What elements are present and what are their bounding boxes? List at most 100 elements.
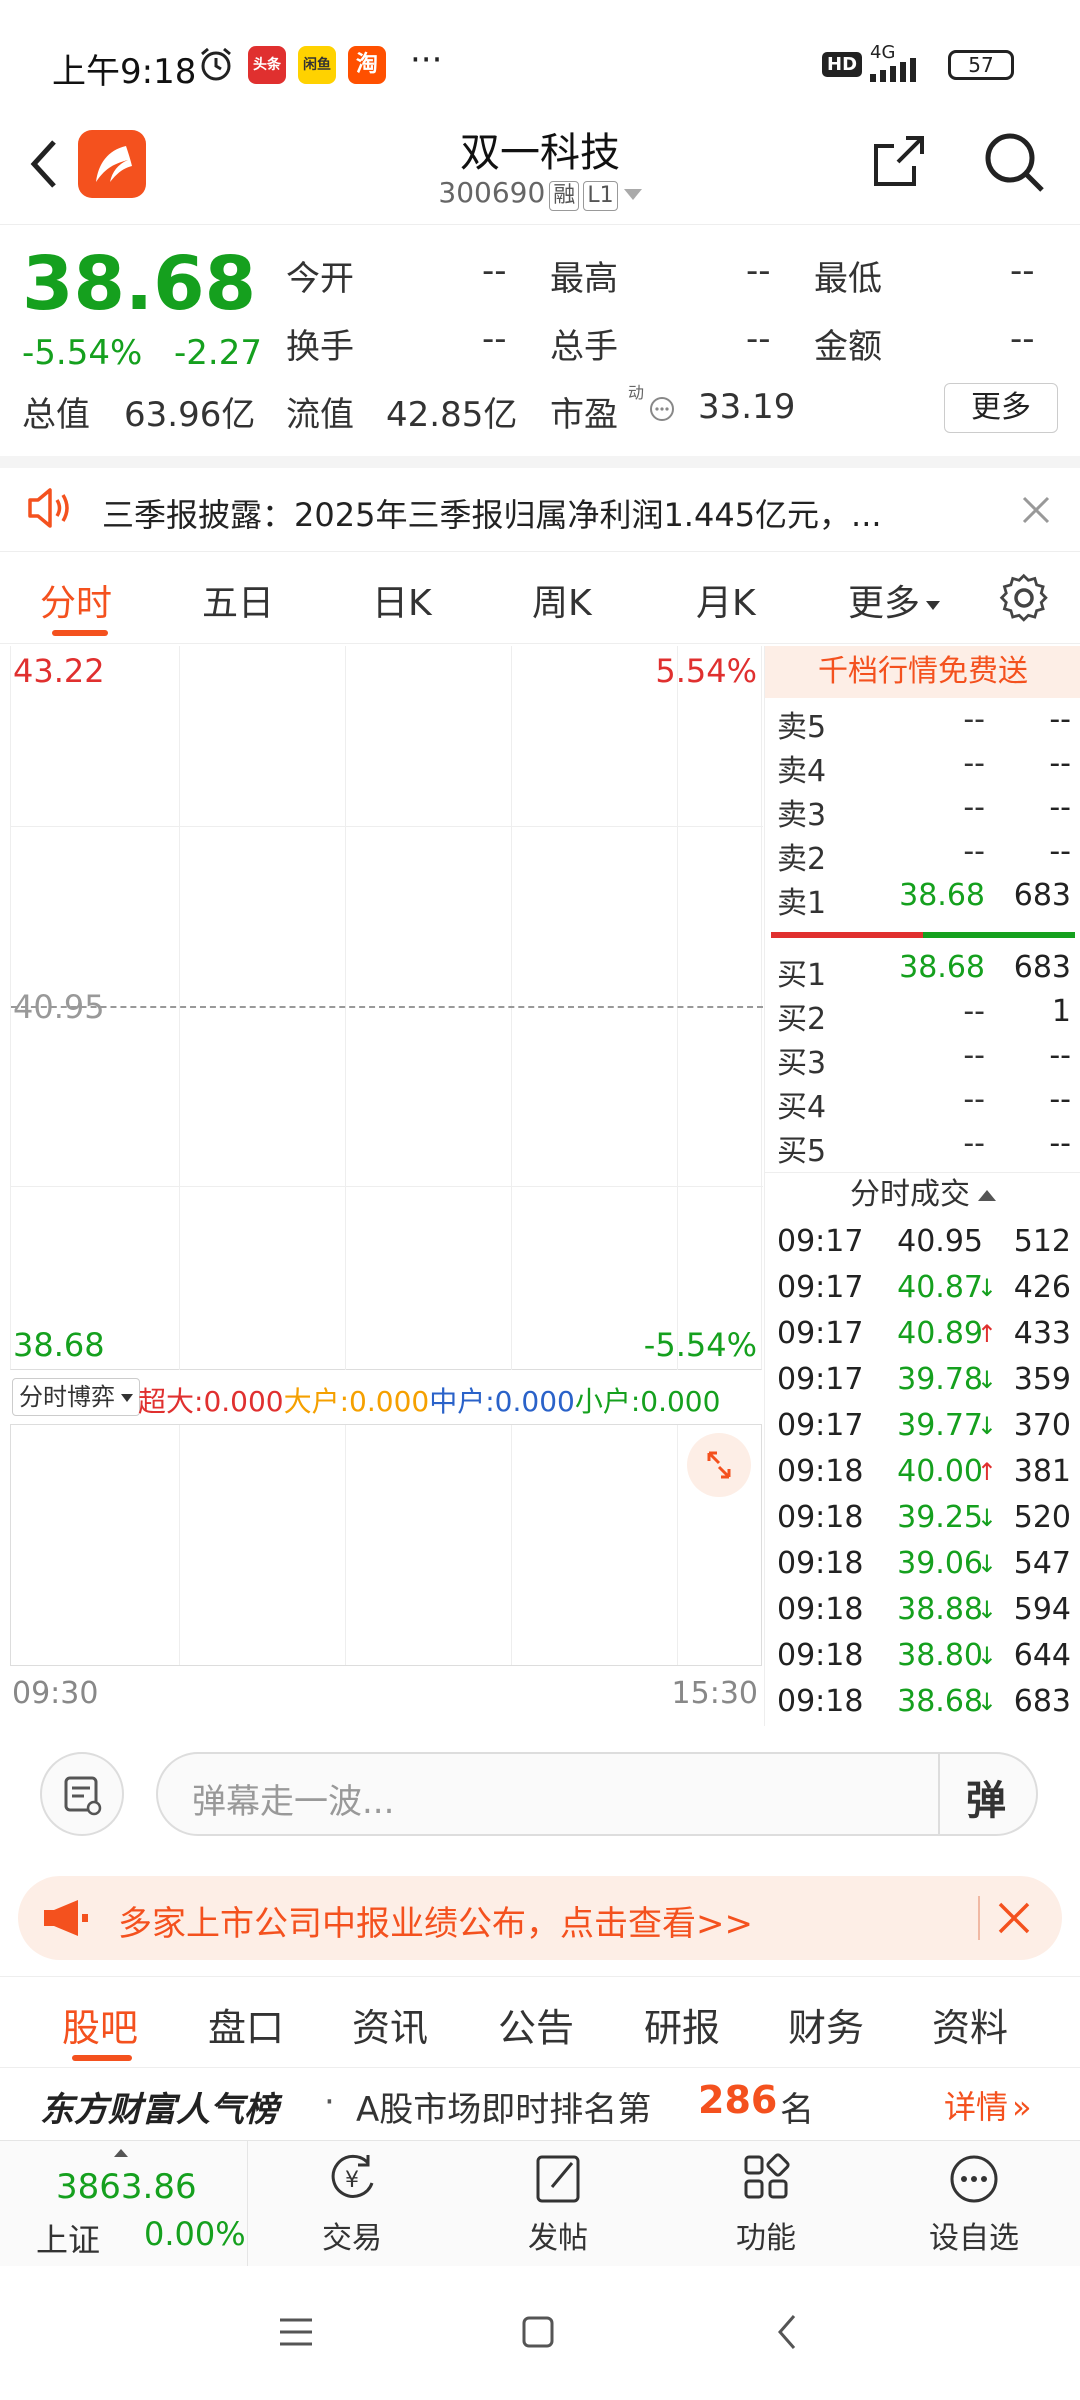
signal-icon	[868, 56, 938, 88]
share-icon[interactable]	[868, 130, 930, 196]
bid-row: 买5 -- --	[771, 1126, 1075, 1170]
tab-daily-k[interactable]: 日K	[372, 574, 432, 626]
grid-icon	[744, 2153, 790, 2199]
bid-label: 买5	[777, 1134, 827, 1169]
pe-label: 市盈	[550, 395, 618, 435]
promo-banner-bar[interactable]: 多家上市公司中报业绩公布，点击查看>>	[18, 1876, 1062, 1960]
tab-five-day[interactable]: 五日	[202, 574, 274, 626]
indicator-pane	[10, 1424, 762, 1666]
tick-time: 09:17	[777, 1224, 864, 1259]
rank-detail-link[interactable]: 详情»	[944, 2082, 1032, 2128]
flow-large-label: 大户	[283, 1385, 340, 1418]
tab-intraday[interactable]: 分时	[40, 574, 112, 626]
tick-volume: 359	[1013, 1362, 1071, 1397]
danmu-button[interactable]: 弹	[966, 1768, 1006, 1826]
battery-icon: 57	[948, 50, 1014, 80]
nav-post[interactable]: 发帖	[488, 2151, 628, 2257]
home-icon[interactable]	[518, 2312, 558, 2356]
tick-row: 09:18 38.68 ↓ 683	[771, 1684, 1075, 1730]
bid-label: 买1	[777, 958, 827, 993]
tick-row: 09:18 39.06 ↓ 547	[771, 1546, 1075, 1592]
menu-icon[interactable]	[276, 2312, 316, 2356]
price-pane: 43.22 5.54% 40.95 38.68 -5.54%	[10, 646, 763, 1370]
low-label: 最低	[814, 259, 882, 299]
promo-banner[interactable]: 千档行情免费送	[765, 646, 1080, 698]
tab-finance[interactable]: 财务	[788, 1997, 864, 2052]
flow-super-value: :0.000	[194, 1385, 284, 1418]
flow-large-value: :0.000	[339, 1385, 430, 1418]
content-tabs: 股吧 盘口 资讯 公告 研报 财务 资料	[0, 1976, 1080, 2068]
nav-trade-label: 交易	[322, 2221, 382, 2256]
x-axis-start: 09:30	[12, 1676, 99, 1711]
back-nav-icon[interactable]	[768, 2312, 808, 2356]
volume-value: --	[746, 319, 771, 359]
open-label: 今开	[286, 259, 354, 299]
tab-weekly-k[interactable]: 周K	[532, 574, 592, 626]
banner-text: 多家上市公司中报业绩公布，点击查看>>	[118, 1904, 753, 1944]
caret-up-icon	[978, 1190, 996, 1201]
dropdown-icon[interactable]	[623, 188, 642, 200]
x-axis-end: 15:30	[671, 1676, 758, 1711]
ask-price: --	[963, 834, 985, 869]
more-button[interactable]: 更多	[944, 383, 1058, 433]
nav-trade[interactable]: ¥ 交易	[282, 2151, 422, 2257]
close-icon[interactable]	[996, 1900, 1032, 1940]
tick-time: 09:17	[777, 1362, 864, 1397]
svg-text:¥: ¥	[345, 2168, 359, 2193]
ask-label: 卖1	[777, 886, 827, 921]
flow-super: 超大:0.000	[138, 1385, 284, 1418]
tick-volume: 512	[1013, 1224, 1071, 1259]
level-tag: L1	[583, 181, 618, 211]
tab-announcement[interactable]: 公告	[498, 1997, 574, 2052]
last-price: 38.68	[22, 241, 257, 327]
bid-price: 38.68	[899, 950, 985, 985]
more-circle-icon	[950, 2155, 998, 2203]
danmu-input[interactable]: 弹幕走一波... 弹	[156, 1752, 1038, 1836]
ticks-header[interactable]: 分时成交	[765, 1172, 1080, 1218]
intraday-chart[interactable]: 43.22 5.54% 40.95 38.68 -5.54% 分时博弈 超大:0…	[10, 646, 763, 1720]
tick-price: 39.78	[897, 1362, 983, 1397]
tick-price: 38.68	[897, 1684, 983, 1719]
tab-research[interactable]: 研报	[644, 1997, 720, 2052]
tab-active-indicator	[52, 630, 108, 636]
expand-icon[interactable]	[687, 1433, 751, 1497]
search-icon[interactable]	[980, 128, 1048, 200]
settings-icon[interactable]	[998, 572, 1050, 628]
indicator-select[interactable]: 分时博弈	[12, 1378, 140, 1416]
tick-price: 38.80	[897, 1638, 983, 1673]
tab-profile[interactable]: 资料	[932, 1997, 1008, 2052]
nav-post-label: 发帖	[528, 2221, 588, 2256]
index-widget[interactable]: 3863.86 上证 0.00%	[0, 2141, 248, 2267]
order-book: 千档行情免费送 卖5 -- -- 卖4 -- -- 卖3 -- -- 卖2 -- -- 卖1 38…	[764, 646, 1080, 1726]
tab-guba[interactable]: 股吧	[62, 1997, 138, 2052]
xianyu-icon: 闲鱼	[298, 46, 336, 84]
popularity-rank[interactable]: 东方财富人气榜 · A股市场即时排名第 286 名 详情»	[0, 2068, 1080, 2138]
pe-info-icon[interactable]	[648, 395, 676, 427]
double-chevron-icon: »	[1012, 2088, 1032, 2126]
high-label: 最高	[550, 259, 618, 299]
bid-row: 买4 -- --	[771, 1082, 1075, 1126]
notes-icon[interactable]	[40, 1752, 124, 1836]
tick-row: 09:18 38.80 ↓ 644	[771, 1638, 1075, 1684]
tab-more[interactable]: 更多	[848, 574, 941, 626]
tab-news[interactable]: 资讯	[352, 1997, 428, 2052]
nav-function-label: 功能	[736, 2221, 796, 2256]
down-arrow-icon: ↓	[976, 1366, 997, 1394]
close-icon[interactable]	[1020, 494, 1052, 530]
bid-label: 买3	[777, 1046, 827, 1081]
ask-label: 卖3	[777, 798, 827, 833]
turnover-value: --	[482, 319, 507, 359]
tick-price: 39.25	[897, 1500, 983, 1535]
turnover-label: 换手	[286, 327, 354, 367]
nav-add-watchlist[interactable]: 设自选	[904, 2151, 1044, 2257]
nav-function[interactable]: 功能	[696, 2151, 836, 2257]
tab-monthly-k[interactable]: 月K	[696, 574, 756, 626]
ticks-title: 分时成交	[850, 1177, 970, 1212]
change-value: -2.27	[174, 333, 262, 373]
tick-time: 09:18	[777, 1454, 864, 1489]
bid-price: --	[963, 1126, 985, 1161]
notice-bar[interactable]: 三季报披露：2025年三季报归属净利润1.445亿元，...	[0, 456, 1080, 552]
tick-volume: 547	[1013, 1546, 1071, 1581]
tick-volume: 594	[1013, 1592, 1071, 1627]
tab-pankou[interactable]: 盘口	[208, 1997, 284, 2052]
